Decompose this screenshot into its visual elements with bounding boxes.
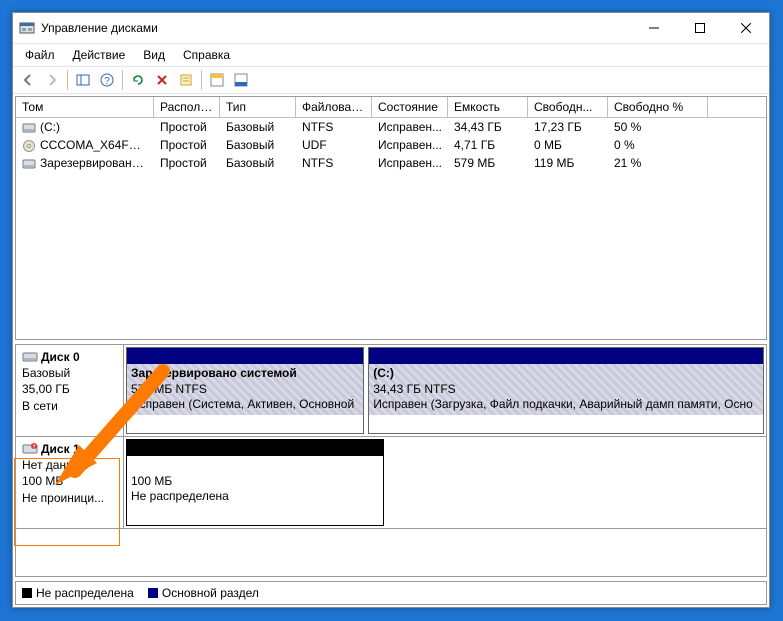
volume-cell: 119 МБ bbox=[528, 154, 608, 172]
window-title: Управление дисками bbox=[41, 21, 631, 35]
disk-partitions: Зарезервировано системой579 МБ NTFSИспра… bbox=[124, 345, 766, 436]
close-button[interactable] bbox=[723, 13, 769, 43]
column-header[interactable]: Состояние bbox=[372, 97, 448, 117]
volume-cell: (C:) bbox=[16, 118, 154, 136]
volume-row[interactable]: (C:)ПростойБазовыйNTFSИсправен...34,43 Г… bbox=[16, 118, 766, 136]
disk-map: Диск 0Базовый35,00 ГБВ сетиЗарезервирова… bbox=[15, 344, 767, 577]
volume-cell: Простой bbox=[154, 154, 220, 172]
column-header[interactable]: Файловая с... bbox=[296, 97, 372, 117]
tool-properties[interactable] bbox=[175, 69, 197, 91]
volume-cell: Простой bbox=[154, 118, 220, 136]
minimize-button[interactable] bbox=[631, 13, 677, 43]
volume-cell: 0 МБ bbox=[528, 136, 608, 154]
svg-text:?: ? bbox=[104, 76, 110, 87]
partition-unallocated[interactable]: 100 МБНе распределена bbox=[126, 439, 384, 526]
volume-cell: NTFS bbox=[296, 154, 372, 172]
volume-cell: Исправен... bbox=[372, 136, 448, 154]
volume-columns: ТомРасполо...ТипФайловая с...СостояниеЕм… bbox=[16, 97, 766, 118]
disk-row: Диск 0Базовый35,00 ГБВ сетиЗарезервирова… bbox=[16, 345, 766, 437]
volume-rows: (C:)ПростойБазовыйNTFSИсправен...34,43 Г… bbox=[16, 118, 766, 339]
tool-delete[interactable] bbox=[151, 69, 173, 91]
legend: Не распределена Основной раздел bbox=[15, 581, 767, 605]
tool-help[interactable]: ? bbox=[96, 69, 118, 91]
svg-text:?: ? bbox=[32, 445, 35, 451]
column-header[interactable]: Свободн... bbox=[528, 97, 608, 117]
menu-file[interactable]: Файл bbox=[17, 46, 63, 64]
legend-primary: Основной раздел bbox=[148, 586, 259, 600]
column-header[interactable]: Тип bbox=[220, 97, 296, 117]
menu-action[interactable]: Действие bbox=[65, 46, 134, 64]
toolbar: ? bbox=[13, 66, 769, 94]
menu-bar: Файл Действие Вид Справка bbox=[13, 43, 769, 66]
tool-forward[interactable] bbox=[41, 69, 63, 91]
volume-cell: Исправен... bbox=[372, 154, 448, 172]
legend-unalloc: Не распределена bbox=[22, 586, 134, 600]
volume-cell: 50 % bbox=[608, 118, 708, 136]
tool-back[interactable] bbox=[17, 69, 39, 91]
partition-primary[interactable]: (C:)34,43 ГБ NTFSИсправен (Загрузка, Фай… bbox=[368, 347, 764, 434]
volume-cell: 17,23 ГБ bbox=[528, 118, 608, 136]
disk-partitions: 100 МБНе распределена bbox=[124, 437, 766, 528]
tool-show-hide[interactable] bbox=[72, 69, 94, 91]
volume-cell: Зарезервировано... bbox=[16, 154, 154, 172]
volume-cell: 4,71 ГБ bbox=[448, 136, 528, 154]
volume-cell: Базовый bbox=[220, 118, 296, 136]
menu-view[interactable]: Вид bbox=[135, 46, 173, 64]
column-header[interactable]: Том bbox=[16, 97, 154, 117]
titlebar: Управление дисками bbox=[13, 13, 769, 43]
tool-view-top[interactable] bbox=[206, 69, 228, 91]
partition-primary[interactable]: Зарезервировано системой579 МБ NTFSИспра… bbox=[126, 347, 364, 434]
menu-help[interactable]: Справка bbox=[175, 46, 238, 64]
volume-cell: CCCOMA_X64FRE... bbox=[16, 136, 154, 154]
column-header[interactable]: Емкость bbox=[448, 97, 528, 117]
maximize-button[interactable] bbox=[677, 13, 723, 43]
volume-cell: 21 % bbox=[608, 154, 708, 172]
disk-label[interactable]: ?Диск 1Нет данных100 МБНе проиници... bbox=[16, 437, 124, 528]
volume-cell: Исправен... bbox=[372, 118, 448, 136]
disk-label[interactable]: Диск 0Базовый35,00 ГБВ сети bbox=[16, 345, 124, 436]
volume-list[interactable]: ТомРасполо...ТипФайловая с...СостояниеЕм… bbox=[15, 96, 767, 340]
volume-cell: 34,43 ГБ bbox=[448, 118, 528, 136]
app-icon bbox=[19, 20, 35, 36]
volume-row[interactable]: Зарезервировано...ПростойБазовыйNTFSИспр… bbox=[16, 154, 766, 172]
volume-cell: 0 % bbox=[608, 136, 708, 154]
volume-cell: 579 МБ bbox=[448, 154, 528, 172]
volume-cell: Базовый bbox=[220, 136, 296, 154]
disk-row: ?Диск 1Нет данных100 МБНе проиници...100… bbox=[16, 437, 766, 529]
tool-view-bottom[interactable] bbox=[230, 69, 252, 91]
column-header[interactable]: Свободно % bbox=[608, 97, 708, 117]
volume-cell: Простой bbox=[154, 136, 220, 154]
tool-refresh[interactable] bbox=[127, 69, 149, 91]
column-header[interactable]: Располо... bbox=[154, 97, 220, 117]
volume-cell: NTFS bbox=[296, 118, 372, 136]
volume-row[interactable]: CCCOMA_X64FRE...ПростойБазовыйUDFИсправе… bbox=[16, 136, 766, 154]
volume-cell: UDF bbox=[296, 136, 372, 154]
volume-cell: Базовый bbox=[220, 154, 296, 172]
